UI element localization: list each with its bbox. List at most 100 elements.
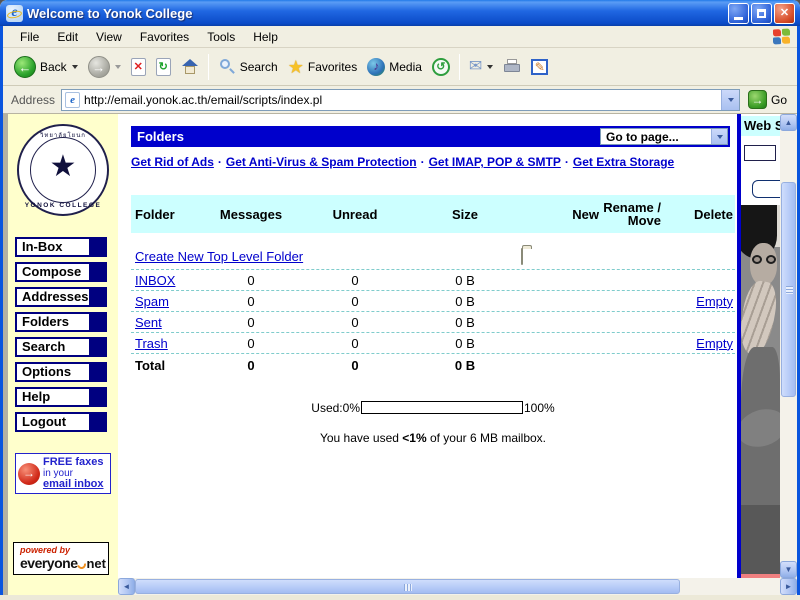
folder-link-inbox[interactable]: INBOX	[131, 273, 201, 288]
sidebar-item-logout[interactable]: Logout	[15, 412, 107, 432]
sidebar: วิทยาลัยโยนก ★ YONOK COLLEGE In-Box Comp…	[3, 114, 118, 595]
photo-person-hand	[741, 279, 780, 357]
home-button[interactable]	[176, 51, 204, 83]
title-bar: Welcome to Yonok College ✕	[0, 0, 800, 26]
address-dropdown-button[interactable]	[721, 90, 739, 110]
scroll-up-icon[interactable]: ▲	[780, 114, 797, 131]
scroll-right-icon[interactable]: ►	[780, 578, 797, 595]
back-label: Back	[40, 60, 67, 74]
mail-button[interactable]: ✉	[464, 51, 498, 83]
favorites-star-icon: ★	[288, 58, 304, 76]
empty-link[interactable]: Empty	[661, 336, 735, 351]
sidebar-item-addresses[interactable]: Addresses	[15, 287, 107, 307]
sidebar-item-options[interactable]: Options	[15, 362, 107, 382]
table-header-row: Folder Messages Unread Size New Rename /…	[131, 195, 735, 233]
free-fax-ad[interactable]: → FREE faxes in your email inbox	[15, 453, 111, 494]
toolbar-separator	[208, 54, 209, 80]
sidebar-item-inbox[interactable]: In-Box	[15, 237, 107, 257]
back-button[interactable]: ← Back	[9, 51, 83, 83]
address-field: e	[61, 89, 740, 111]
table-row: Trash 0 0 0 B Empty	[131, 333, 735, 354]
toolbar-separator	[459, 54, 460, 80]
col-size: Size	[409, 207, 521, 222]
quota-bar	[361, 401, 523, 414]
promo-link-imap[interactable]: Get IMAP, POP & SMTP	[429, 155, 561, 169]
col-folder: Folder	[131, 207, 201, 222]
seal-college-name: YONOK COLLEGE	[19, 202, 107, 209]
web-search-button[interactable]	[752, 180, 780, 198]
scroll-left-icon[interactable]: ◄	[118, 578, 135, 595]
go-button[interactable]: → Go	[746, 89, 793, 110]
promo-link-ads[interactable]: Get Rid of Ads	[131, 155, 214, 169]
stop-button[interactable]: ✕	[126, 51, 151, 83]
vertical-scrollbar[interactable]: ▲ ▼	[780, 114, 797, 578]
table-row: INBOX 0 0 0 B	[131, 270, 735, 291]
menu-item-favorites[interactable]: Favorites	[131, 28, 198, 46]
menu-item-tools[interactable]: Tools	[198, 28, 244, 46]
print-button[interactable]	[498, 51, 526, 83]
go-label: Go	[771, 93, 787, 107]
create-new-folder-link[interactable]: Create New Top Level Folder	[131, 249, 521, 264]
folders-table: Folder Messages Unread Size New Rename /…	[131, 195, 735, 376]
new-folder-icon[interactable]	[521, 249, 601, 264]
sidebar-item-folders[interactable]: Folders	[15, 312, 107, 332]
col-rename-move: Rename / Move	[601, 201, 661, 227]
home-icon	[181, 58, 199, 76]
everyone-net-logo[interactable]: powered by everyonenet	[13, 542, 109, 575]
media-button[interactable]: ♪ Media	[362, 51, 427, 83]
menu-item-file[interactable]: File	[11, 28, 48, 46]
folder-link-spam[interactable]: Spam	[131, 294, 201, 309]
col-new: New	[521, 207, 601, 222]
sidebar-item-help[interactable]: Help	[15, 387, 107, 407]
chevron-down-icon	[711, 129, 727, 144]
minimize-button[interactable]	[728, 3, 749, 24]
star-icon: ★	[19, 152, 107, 182]
promo-link-antivirus[interactable]: Get Anti-Virus & Spam Protection	[226, 155, 417, 169]
forward-icon: →	[88, 56, 110, 78]
history-icon: ↺	[432, 58, 450, 76]
edit-button[interactable]: ✎	[526, 51, 553, 83]
create-folder-row: Create New Top Level Folder	[131, 243, 735, 270]
web-search-input[interactable]	[744, 145, 776, 161]
menu-item-edit[interactable]: Edit	[48, 28, 87, 46]
promo-link-storage[interactable]: Get Extra Storage	[573, 155, 674, 169]
ad-photo	[741, 205, 780, 578]
hundred-label: 100%	[524, 401, 555, 415]
promo-links: Get Rid of Ads·Get Anti-Virus & Spam Pro…	[131, 155, 737, 169]
sidebar-item-compose[interactable]: Compose	[15, 262, 107, 282]
go-to-page-select[interactable]: Go to page...	[600, 128, 728, 145]
address-input[interactable]	[84, 93, 721, 107]
menu-item-view[interactable]: View	[87, 28, 131, 46]
media-icon: ♪	[367, 58, 385, 76]
nav-accent-block	[89, 364, 105, 380]
search-label: Search	[240, 60, 278, 74]
page-title: Folders	[137, 129, 600, 144]
forward-button[interactable]: →	[83, 51, 126, 83]
go-arrow-icon: →	[748, 90, 767, 109]
vertical-scrollbar-thumb[interactable]	[781, 182, 796, 397]
forward-dropdown-icon	[115, 65, 121, 69]
close-button[interactable]: ✕	[774, 3, 795, 24]
col-delete: Delete	[661, 207, 735, 222]
print-icon	[503, 59, 521, 75]
windows-logo-icon	[773, 28, 791, 45]
photo-glasses	[766, 255, 776, 264]
sidebar-item-search[interactable]: Search	[15, 337, 107, 357]
horizontal-scrollbar-thumb[interactable]	[135, 579, 680, 594]
search-button[interactable]: Search	[213, 51, 283, 83]
history-button[interactable]: ↺	[427, 51, 455, 83]
favorites-button[interactable]: ★ Favorites	[283, 51, 363, 83]
empty-link[interactable]: Empty	[661, 294, 735, 309]
restore-icon	[757, 9, 766, 18]
menu-item-help[interactable]: Help	[244, 28, 287, 46]
folder-link-sent[interactable]: Sent	[131, 315, 201, 330]
col-messages: Messages	[201, 207, 301, 222]
restore-button[interactable]	[751, 3, 772, 24]
quota-meter: Used:0%100%	[131, 401, 735, 415]
refresh-button[interactable]: ↻	[151, 51, 176, 83]
horizontal-scrollbar[interactable]: ◄ ►	[118, 578, 797, 595]
folder-link-trash[interactable]: Trash	[131, 336, 201, 351]
scroll-down-icon[interactable]: ▼	[780, 561, 797, 578]
folders-header-bar: Folders Go to page...	[131, 126, 730, 147]
nav-accent-block	[89, 239, 105, 255]
